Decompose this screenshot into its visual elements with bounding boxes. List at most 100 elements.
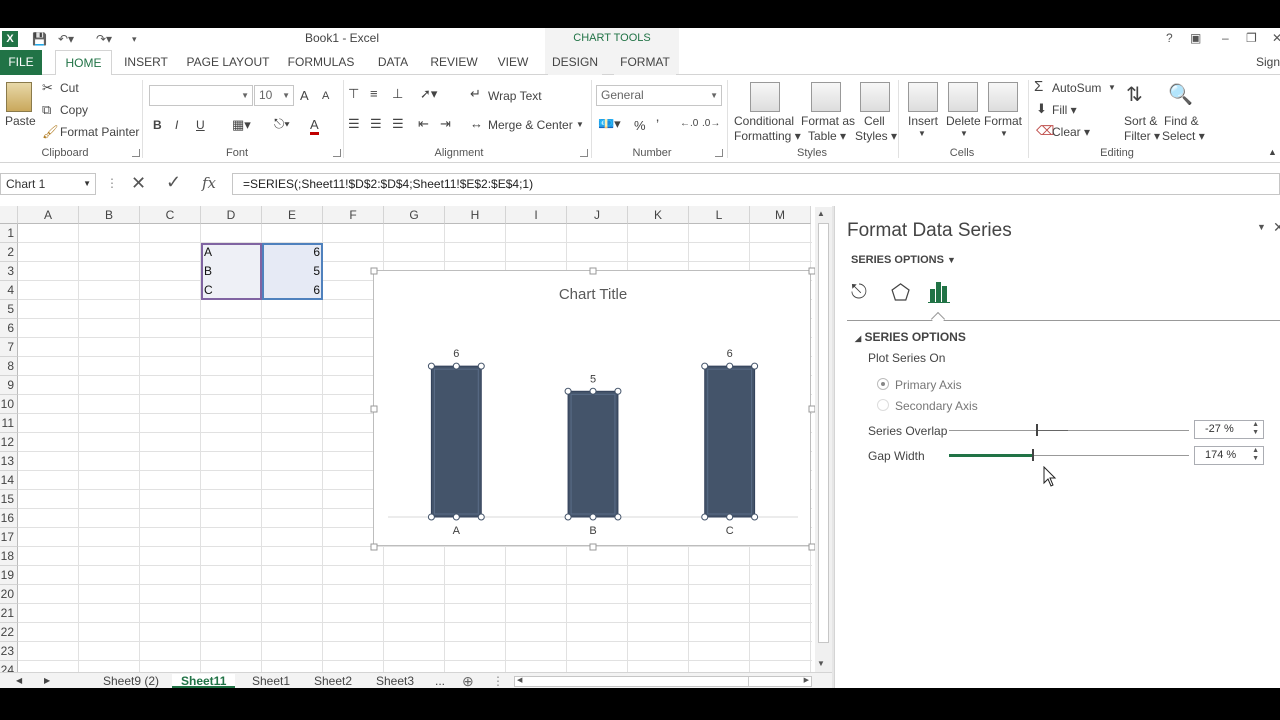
- paste-icon[interactable]: [6, 82, 32, 112]
- bar-selection-handle[interactable]: [589, 513, 597, 521]
- align-center-icon[interactable]: ☰: [370, 116, 382, 132]
- row-header[interactable]: 17: [0, 528, 18, 547]
- comma-style-button[interactable]: ’: [656, 116, 659, 132]
- number-format-combo[interactable]: General ▼: [596, 85, 722, 106]
- delete-cells-icon[interactable]: [948, 82, 978, 112]
- tab-formulas[interactable]: FORMULAS: [284, 50, 358, 75]
- series-overlap-slider[interactable]: [949, 430, 1189, 431]
- find-select-label-2[interactable]: Select ▾: [1162, 129, 1205, 143]
- sign-in-link[interactable]: Sign: [1256, 50, 1280, 75]
- collapse-ribbon-icon[interactable]: ▲: [1268, 147, 1277, 157]
- row-header[interactable]: 22: [0, 623, 18, 642]
- gap-width-spinner[interactable]: 174 % ▲ ▼: [1194, 446, 1264, 465]
- decrease-indent-icon[interactable]: ⇤: [418, 116, 429, 132]
- series-options-section[interactable]: ◢ SERIES OPTIONS: [855, 330, 966, 344]
- secondary-axis-radio[interactable]: [877, 399, 889, 411]
- align-right-icon[interactable]: ☰: [392, 116, 404, 132]
- tab-home[interactable]: HOME: [55, 50, 112, 76]
- sheet-tab[interactable]: Sheet1: [252, 674, 290, 688]
- wrap-text-button[interactable]: Wrap Text: [488, 89, 542, 103]
- scroll-thumb[interactable]: [818, 223, 829, 643]
- pane-splitter[interactable]: [832, 206, 834, 688]
- conditional-formatting-label-2[interactable]: Formatting ▾: [734, 129, 801, 143]
- row-header[interactable]: 4: [0, 281, 18, 300]
- close-pane-icon[interactable]: ✕: [1273, 219, 1280, 236]
- scroll-prev-sheet-icon[interactable]: ◀: [16, 674, 22, 688]
- bar-selection-handle[interactable]: [726, 362, 734, 370]
- merge-center-icon[interactable]: ↔: [470, 116, 483, 132]
- column-header[interactable]: G: [384, 206, 445, 224]
- chart-area[interactable]: Chart Title 6 A 5 B 6 C: [370, 267, 816, 551]
- paste-button[interactable]: Paste: [5, 114, 36, 128]
- redo-icon[interactable]: ↷▾: [96, 30, 112, 48]
- row-header[interactable]: 7: [0, 338, 18, 357]
- chart-resize-handle[interactable]: [589, 543, 597, 551]
- sheet-tab-more[interactable]: ...: [435, 674, 445, 688]
- tab-format[interactable]: FORMAT: [614, 50, 676, 75]
- fill-line-icon[interactable]: ⎋: [851, 281, 867, 304]
- sheet-tab[interactable]: Sheet3: [376, 674, 414, 688]
- delete-cells-button[interactable]: Delete: [946, 114, 981, 128]
- align-left-icon[interactable]: ☰: [348, 116, 360, 132]
- hscroll-thumb[interactable]: [529, 677, 749, 686]
- autosum-button[interactable]: AutoSum: [1052, 81, 1101, 95]
- name-box[interactable]: Chart 1 ▼: [0, 173, 96, 195]
- scroll-right-icon[interactable]: ▶: [804, 676, 809, 684]
- bar-selection-handle[interactable]: [614, 513, 622, 521]
- data-label[interactable]: 6: [453, 348, 459, 360]
- bar-selection-handle[interactable]: [427, 362, 435, 370]
- bold-button[interactable]: B: [153, 118, 162, 132]
- row-header[interactable]: 23: [0, 642, 18, 661]
- chart-svg[interactable]: Chart Title 6 A 5 B 6 C: [370, 267, 816, 551]
- wrap-text-icon[interactable]: ↵: [470, 86, 481, 102]
- row-header[interactable]: 11: [0, 414, 18, 433]
- borders-icon[interactable]: ▦▾: [232, 117, 251, 133]
- bar-selection-handle[interactable]: [427, 513, 435, 521]
- insert-cells-icon[interactable]: [908, 82, 938, 112]
- format-painter-button[interactable]: Format Painter: [60, 125, 139, 139]
- cut-icon[interactable]: ✂: [42, 80, 53, 96]
- primary-axis-radio[interactable]: [877, 378, 889, 390]
- vertical-scrollbar[interactable]: ▲ ▼: [815, 207, 832, 672]
- autosum-icon[interactable]: Σ: [1034, 79, 1043, 95]
- number-launcher-icon[interactable]: [715, 149, 723, 157]
- pane-options-icon[interactable]: ▼: [1257, 222, 1266, 232]
- series-overlap-spinner[interactable]: -27 % ▲ ▼: [1194, 420, 1264, 439]
- row-header[interactable]: 3: [0, 262, 18, 281]
- save-icon[interactable]: 💾: [32, 30, 47, 48]
- font-launcher-icon[interactable]: [333, 149, 341, 157]
- underline-button[interactable]: U: [196, 118, 205, 132]
- column-header[interactable]: K: [628, 206, 689, 224]
- font-name-combo[interactable]: ▼: [149, 85, 253, 106]
- row-header[interactable]: 6: [0, 319, 18, 338]
- row-header[interactable]: 1: [0, 224, 18, 243]
- column-header[interactable]: C: [140, 206, 201, 224]
- column-header[interactable]: D: [201, 206, 262, 224]
- chart-resize-handle[interactable]: [370, 267, 378, 275]
- minimize-icon[interactable]: –: [1222, 31, 1229, 45]
- column-header[interactable]: F: [323, 206, 384, 224]
- row-header[interactable]: 19: [0, 566, 18, 585]
- chart-resize-handle[interactable]: [370, 543, 378, 551]
- chevron-down-icon[interactable]: ▼: [576, 120, 584, 129]
- grow-font-button[interactable]: A: [300, 88, 309, 103]
- chart-title[interactable]: Chart Title: [559, 286, 627, 303]
- bar-selection-handle[interactable]: [701, 513, 709, 521]
- conditional-formatting-label-1[interactable]: Conditional: [734, 114, 794, 128]
- chart-bar[interactable]: [704, 365, 756, 518]
- series-options-menu[interactable]: SERIES OPTIONS ▼: [851, 254, 956, 266]
- increase-decimal-icon[interactable]: ←.0: [680, 116, 698, 132]
- bar-selection-handle[interactable]: [751, 362, 759, 370]
- fill-button[interactable]: Fill ▾: [1052, 103, 1077, 117]
- bar-selection-handle[interactable]: [589, 387, 597, 395]
- column-header[interactable]: E: [262, 206, 323, 224]
- row-header[interactable]: 14: [0, 471, 18, 490]
- bar-selection-handle[interactable]: [564, 387, 572, 395]
- shrink-font-button[interactable]: A: [322, 90, 329, 102]
- column-header[interactable]: H: [445, 206, 506, 224]
- copy-button[interactable]: Copy: [60, 103, 88, 117]
- spinner-arrows-icon[interactable]: ▲ ▼: [1252, 421, 1259, 437]
- bar-selection-handle[interactable]: [726, 513, 734, 521]
- chart-resize-handle[interactable]: [370, 405, 378, 413]
- fill-color-icon[interactable]: ⎋▾: [274, 116, 290, 132]
